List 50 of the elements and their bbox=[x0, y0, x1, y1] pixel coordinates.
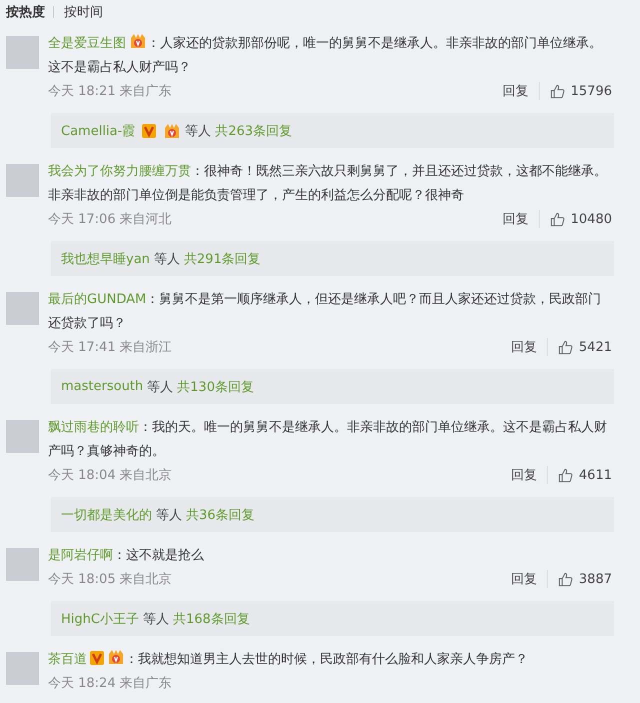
sort-tab[interactable]: 按热度 bbox=[6, 3, 53, 21]
comment-meta: 今天 17:41 来自浙江 bbox=[48, 339, 173, 356]
thumbs-up-icon[interactable] bbox=[558, 468, 573, 482]
others-label: 等人 bbox=[154, 250, 180, 268]
comment-text: 飘过雨巷的聆听：我的天。唯一的舅舅不是继承人。非亲非故的部门单位继承。这不是霸占私人财产吗？真够神奇的。 bbox=[48, 419, 608, 461]
thumbs-up-icon[interactable] bbox=[550, 212, 565, 226]
reply-count-link[interactable]: 共130条回复 bbox=[177, 378, 254, 396]
like-count: 10480 bbox=[570, 212, 612, 226]
others-label: 等人 bbox=[156, 506, 182, 524]
reply-user[interactable]: Camellia-霞 bbox=[61, 122, 136, 140]
avatar-placeholder bbox=[6, 652, 39, 685]
comment-meta: 今天 18:24 来自广东 bbox=[48, 675, 173, 692]
reply-count-link[interactable]: 共263条回复 bbox=[215, 122, 292, 140]
comment-text: 全是爱豆生图 ：人家还的贷款那部份呢，唯一的舅舅不是继承人。非亲非故的部门单位继承。这不是霸占私人财产吗？ bbox=[48, 32, 612, 80]
reply-button[interactable]: 回复 bbox=[510, 570, 548, 588]
reply-button[interactable]: 回复 bbox=[502, 210, 540, 228]
reply-button[interactable]: 回复 bbox=[510, 338, 548, 356]
reply-user[interactable]: HighC小王子 bbox=[61, 610, 139, 628]
comment-text: 我会为了你努力腰缠万贯：很神奇！既然三亲六故只剩舅舅了，并且还还过贷款，这都不能继承。非亲非故的部门单位倒是能负责管理了，产生的利益怎么分配呢？很神奇 bbox=[48, 163, 608, 205]
reply-user[interactable]: mastersouth bbox=[61, 379, 144, 394]
like-count: 5421 bbox=[578, 340, 612, 354]
reply-button[interactable]: 回复 bbox=[510, 466, 548, 484]
reply-user[interactable]: 一切都是美化的 bbox=[61, 506, 152, 524]
avatar-placeholder bbox=[6, 548, 39, 581]
thumbs-up-icon[interactable] bbox=[558, 572, 573, 586]
thumbs-up-icon[interactable] bbox=[550, 84, 565, 98]
avatar-placeholder bbox=[6, 292, 39, 325]
others-label: 等人 bbox=[142, 610, 169, 628]
reply-button[interactable]: 回复 bbox=[502, 82, 540, 100]
others-label: 等人 bbox=[147, 378, 174, 396]
comment-meta: 今天 17:06 来自河北 bbox=[48, 211, 173, 228]
reply-user[interactable]: 我也想早睡yan bbox=[61, 250, 150, 268]
comment-text: 是阿岩仔啊：这不就是抢么 bbox=[48, 547, 205, 565]
others-label: 等人 bbox=[185, 122, 212, 140]
reply-count-link[interactable]: 共36条回复 bbox=[186, 506, 255, 524]
comment-meta: 今天 18:05 来自北京 bbox=[48, 571, 173, 588]
like-count: 15796 bbox=[570, 84, 612, 98]
comment-meta: 今天 18:21 来自广东 bbox=[48, 83, 173, 100]
avatar-placeholder bbox=[6, 420, 39, 453]
like-count: 3887 bbox=[578, 572, 612, 586]
sort-tab[interactable]: 按时间 bbox=[64, 3, 111, 21]
avatar-placeholder bbox=[6, 36, 39, 69]
like-count: 4611 bbox=[578, 468, 612, 482]
reply-count-link[interactable]: 共291条回复 bbox=[184, 250, 261, 268]
comment-text: 茶百道 ：我就想知道男主人去世的时候，民政部有什么脸和人家亲人争房产？ bbox=[48, 648, 612, 672]
comment-meta: 今天 18:04 来自北京 bbox=[48, 467, 173, 484]
comment-text: 最后的GUNDAM：舅舅不是第一顺序继承人，但还是继承人吧？而且人家还还过贷款，民政部门还贷款了吗？ bbox=[48, 291, 602, 333]
thumbs-up-icon[interactable] bbox=[558, 340, 573, 354]
reply-count-link[interactable]: 共168条回复 bbox=[172, 610, 250, 628]
avatar-placeholder bbox=[6, 164, 39, 197]
